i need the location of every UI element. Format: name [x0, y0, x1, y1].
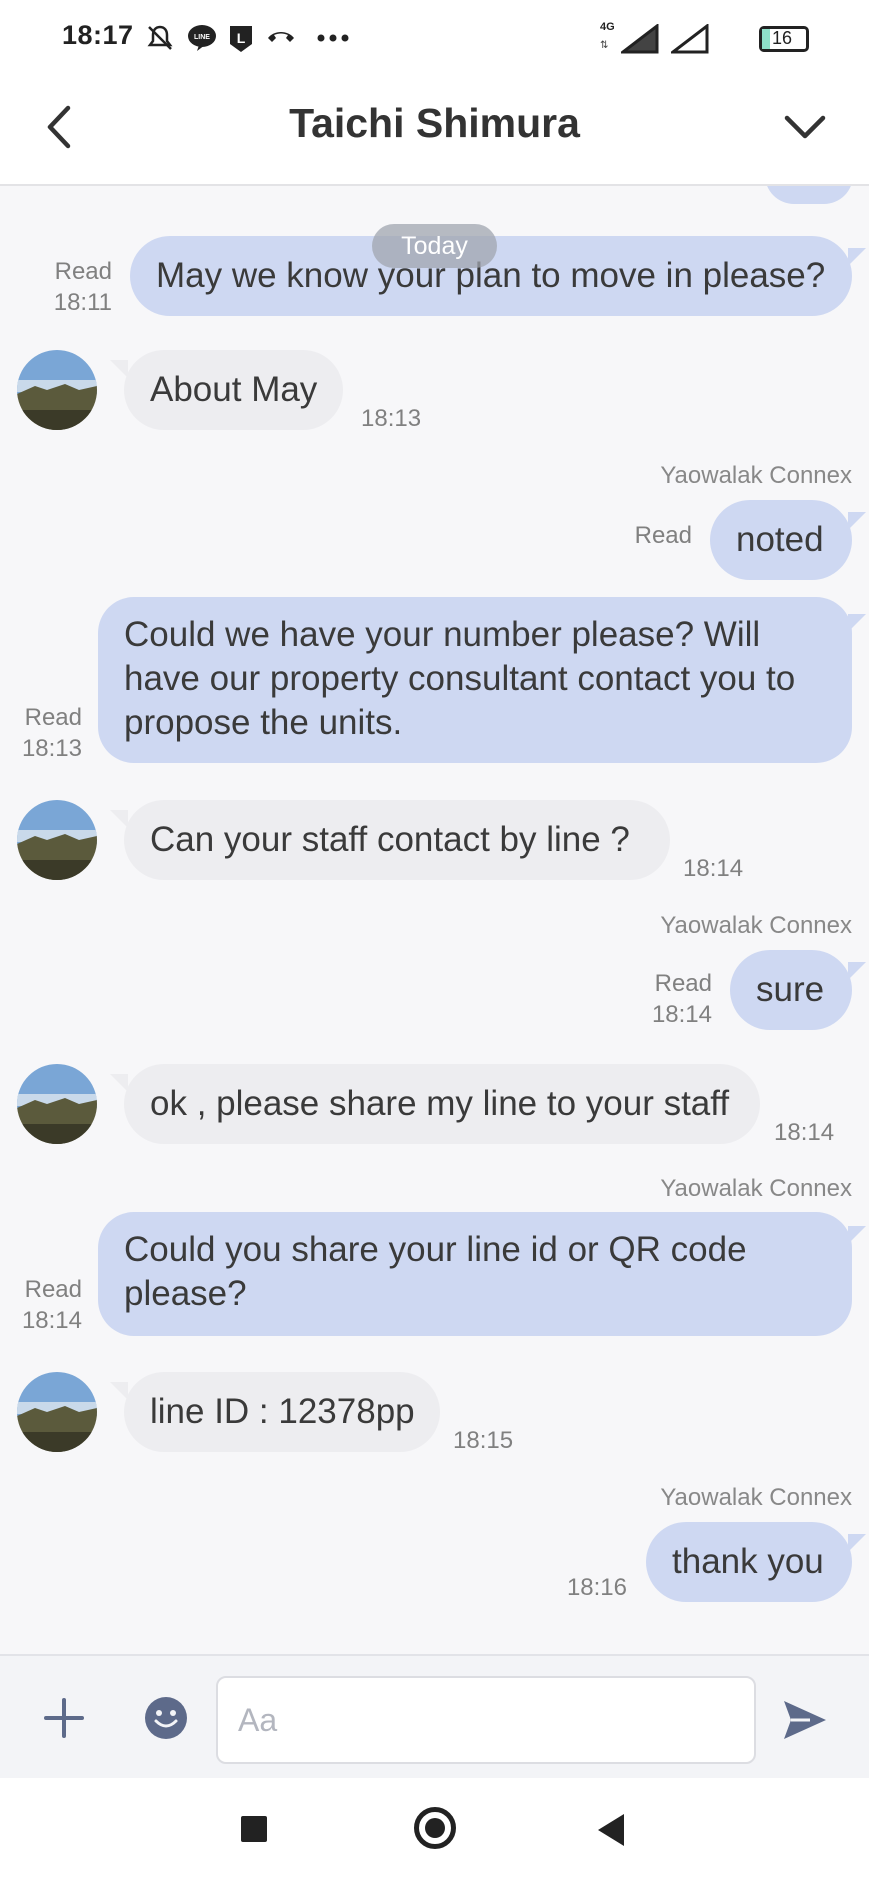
bubble-tail — [110, 360, 128, 378]
message-time: 18:15 — [453, 1427, 514, 1454]
signal-icon-2 — [671, 24, 709, 54]
read-status: Read — [634, 522, 692, 549]
message-bubble[interactable]: noted — [710, 500, 852, 580]
sender-name: Yaowalak Connex — [660, 912, 852, 939]
message-input-bar — [0, 1654, 869, 1778]
message-bubble[interactable]: ok , please share my line to your staff — [124, 1064, 760, 1144]
sender-name: Yaowalak Connex — [660, 1484, 852, 1511]
status-time: 18:17 — [62, 20, 134, 50]
message-bubble[interactable]: Can your staff contact by line ? — [124, 800, 670, 880]
read-status: Read 18:14 — [21, 1276, 82, 1334]
svg-text:L: L — [237, 30, 246, 46]
message-time: 18:14 — [683, 855, 744, 882]
avatar[interactable] — [17, 1064, 97, 1144]
battery-icon: 16 — [759, 26, 809, 52]
chat-area[interactable]: Hi Read 18:11 May we know your plan to m… — [0, 186, 869, 1654]
message-bubble[interactable]: sure — [730, 950, 852, 1030]
message-bubble[interactable]: thank you — [646, 1522, 852, 1602]
avatar[interactable] — [17, 350, 97, 430]
bubble-tail — [110, 1382, 128, 1400]
bubble-tail — [848, 248, 866, 266]
svg-text:4G: 4G — [600, 21, 614, 33]
sender-name: Yaowalak Connex — [660, 1175, 852, 1202]
sender-name: Yaowalak Connex — [660, 462, 852, 489]
message-bubble[interactable]: Could we have your number please? Will h… — [98, 597, 852, 763]
svg-text:⇅: ⇅ — [600, 40, 608, 51]
send-icon[interactable] — [782, 1698, 828, 1742]
avatar-landscape-image — [17, 1372, 97, 1452]
avatar-landscape-image — [17, 1064, 97, 1144]
message-time: 18:14 — [774, 1119, 835, 1146]
message-time: 18:13 — [361, 405, 422, 432]
network-type-icon: 4G ⇅ — [600, 21, 614, 51]
chat-header: Taichi Shimura — [0, 78, 869, 186]
message-input[interactable] — [216, 1676, 756, 1764]
line-app-icon: LINE — [188, 25, 216, 51]
chevron-down-icon[interactable] — [781, 104, 829, 152]
message-bubble[interactable]: About May — [124, 350, 344, 430]
status-bar: 18:17 LINE L 4G ⇅ 16 — [0, 0, 869, 78]
message-time: 18:16 — [566, 1574, 627, 1601]
date-separator: Today — [372, 224, 497, 268]
home-button[interactable] — [414, 1807, 456, 1849]
bubble-tail — [110, 1074, 128, 1092]
read-status: Read 18:11 — [53, 258, 112, 316]
line-l-icon: L — [230, 26, 252, 52]
mute-bell-icon — [147, 25, 173, 50]
avatar[interactable] — [17, 1372, 97, 1452]
battery-level: 16 — [772, 28, 793, 48]
svg-text:LINE: LINE — [194, 34, 210, 41]
bubble-tail — [848, 512, 866, 530]
call-icon — [268, 32, 294, 42]
bubble-tail — [848, 1534, 866, 1552]
more-dots-icon — [317, 34, 349, 42]
avatar-landscape-image — [17, 350, 97, 430]
message-bubble[interactable]: Could you share your line id or QR code … — [98, 1212, 852, 1336]
avatar[interactable] — [17, 800, 97, 880]
message-bubble[interactable]: line ID : 12378pp — [124, 1372, 440, 1452]
read-status: Read 18:14 — [651, 970, 712, 1028]
avatar-landscape-image — [17, 800, 97, 880]
system-back-button[interactable] — [598, 1814, 624, 1846]
emoji-icon[interactable] — [144, 1696, 188, 1740]
read-status: Read 18:13 — [21, 704, 82, 762]
recent-apps-button[interactable] — [241, 1816, 267, 1842]
plus-icon[interactable] — [42, 1696, 86, 1740]
bubble-tail — [110, 810, 128, 828]
message-bubble-partial[interactable]: Hi — [765, 186, 853, 204]
system-nav-bar — [0, 1778, 869, 1883]
chat-title: Taichi Shimura — [289, 100, 580, 146]
bubble-tail — [848, 614, 866, 632]
signal-icon — [621, 24, 659, 54]
bubble-tail — [848, 962, 866, 980]
